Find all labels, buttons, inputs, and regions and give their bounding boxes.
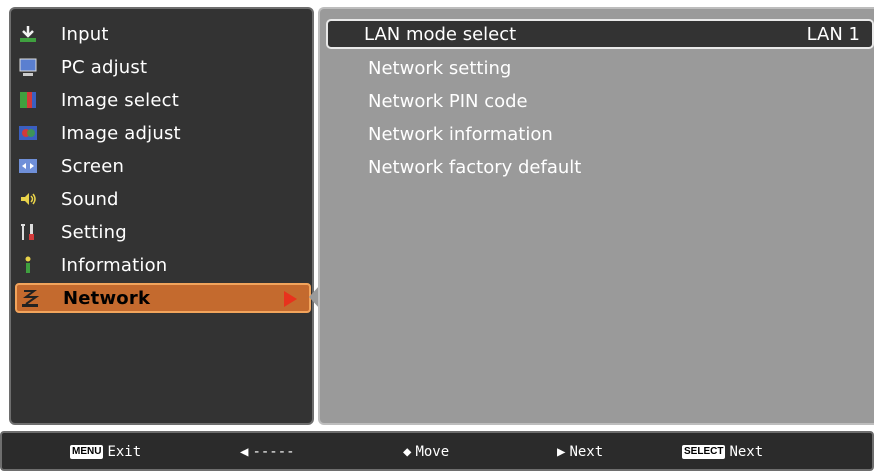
menu-item-image-adjust[interactable]: Image adjust [15,118,311,148]
menu-item-information[interactable]: Information [15,250,311,280]
help-next-label: Next [569,444,604,460]
sound-icon [17,188,39,210]
help-back: ◀ ----- [240,444,295,460]
submenu-arrow-icon [284,291,297,307]
help-move: ◆ Move [403,444,449,460]
submenu-item-network-setting[interactable]: Network setting [368,58,511,79]
menu-item-screen[interactable]: Screen [15,151,311,181]
submenu-item-lan-mode-select[interactable]: LAN mode select LAN 1 [326,19,874,49]
pc-adjust-icon [17,56,39,78]
lan-mode-value: LAN 1 [806,23,860,45]
submenu-panel: LAN mode select LAN 1 Network setting Ne… [318,7,874,425]
input-icon [17,23,39,45]
help-bar: MENU Exit ◀ ----- ◆ Move ▶ Next SELECT N… [0,431,874,471]
submenu-item-label: LAN mode select [364,23,517,45]
menu-item-label: Image adjust [61,122,181,144]
information-icon [17,254,39,276]
menu-item-label: Information [61,254,168,276]
setting-icon [17,221,39,243]
menu-key-badge: MENU [70,445,104,459]
help-exit-label: Exit [107,444,142,460]
menu-item-image-select[interactable]: Image select [15,85,311,115]
help-exit: MENU Exit [70,444,141,460]
submenu-item-network-information[interactable]: Network information [368,124,553,145]
menu-item-label: Screen [61,155,125,177]
help-back-label: ----- [252,444,295,460]
help-next: ▶ Next [557,444,603,460]
image-adjust-icon [17,122,39,144]
submenu-item-network-factory-default[interactable]: Network factory default [368,157,581,178]
select-key-badge: SELECT [682,445,726,459]
help-move-label: Move [415,444,450,460]
menu-item-network[interactable]: Network [15,283,311,313]
submenu-item-network-pin-code[interactable]: Network PIN code [368,91,528,112]
menu-item-setting[interactable]: Setting [15,217,311,247]
menu-item-pc-adjust[interactable]: PC adjust [15,52,311,82]
menu-item-label: Sound [61,188,119,210]
menu-item-label: PC adjust [61,56,148,78]
left-arrow-icon: ◀ [240,444,249,460]
right-arrow-icon: ▶ [557,444,566,460]
menu-item-label: Image select [61,89,179,111]
help-select-next-label: Next [729,444,764,460]
menu-item-label: Setting [61,221,127,243]
menu-item-sound[interactable]: Sound [15,184,311,214]
up-down-arrow-icon: ◆ [403,444,412,460]
menu-item-label: Network [63,287,151,309]
menu-item-input[interactable]: Input [15,19,311,49]
main-menu-panel: Input PC adjust Image select Image adjus… [9,7,314,425]
network-icon [19,287,41,309]
help-select-next: SELECT Next [682,444,763,460]
image-select-icon [17,89,39,111]
menu-item-label: Input [61,23,109,45]
screen-icon [17,155,39,177]
